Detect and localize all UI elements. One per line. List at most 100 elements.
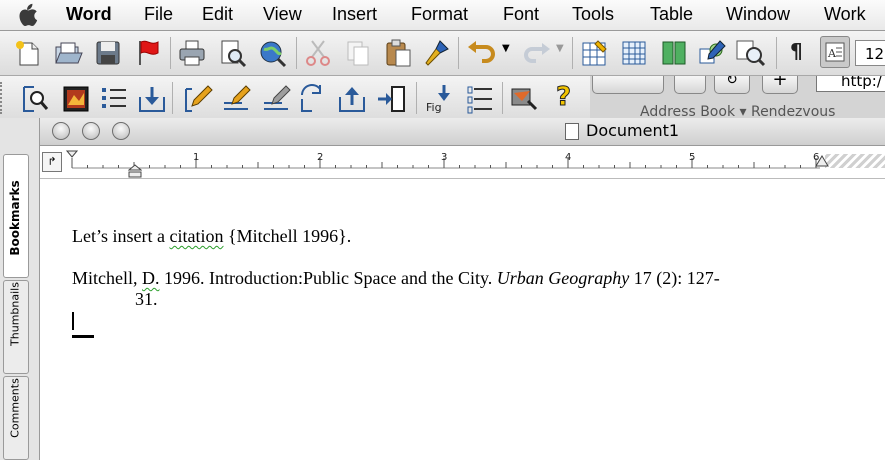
right-indent-marker-icon[interactable]: [815, 154, 829, 168]
browser-reload-button[interactable]: ↻: [714, 76, 750, 94]
print-icon[interactable]: [176, 37, 208, 69]
first-line-indent-marker-icon[interactable]: [66, 150, 78, 158]
browser-url-field[interactable]: http:/: [816, 76, 885, 92]
menu-work[interactable]: Work: [824, 4, 866, 25]
close-button[interactable]: [52, 122, 70, 140]
ruler-ticks: 123456: [71, 152, 820, 169]
formatting-palette-button[interactable]: A: [820, 36, 850, 68]
spell-error-citation[interactable]: citation: [169, 226, 223, 246]
drawer-label-comments: Comments: [8, 378, 22, 438]
endnote-toolbar: Fig ?: [0, 76, 590, 122]
ruler-number: 1: [193, 152, 199, 163]
reference-journal: Urban Geography: [496, 268, 630, 288]
undo-icon[interactable]: [466, 37, 498, 69]
browser-add-button[interactable]: +: [762, 76, 798, 94]
insert-picture-icon[interactable]: [60, 83, 92, 115]
menu-file[interactable]: File: [144, 4, 173, 25]
open-icon[interactable]: [52, 37, 84, 69]
paste-icon[interactable]: [382, 37, 414, 69]
menu-insert[interactable]: Insert: [332, 4, 377, 25]
drawer-label-thumbnails: Thumbnails: [8, 282, 22, 346]
help-icon[interactable]: ?: [555, 82, 571, 113]
standard-toolbar: ▼ ▼ ¶ A 12: [0, 31, 885, 76]
text-cursor: [72, 312, 74, 330]
font-size-field[interactable]: 12: [855, 40, 885, 66]
apple-menu-icon[interactable]: [16, 3, 38, 27]
menu-table[interactable]: Table: [650, 4, 693, 25]
toolbar-separator: [776, 37, 777, 69]
save-icon[interactable]: [92, 37, 124, 69]
web-preview-icon[interactable]: [256, 37, 288, 69]
ruler-number: 5: [689, 152, 695, 163]
toolbar-separator: [416, 82, 417, 114]
drawing-icon[interactable]: [696, 37, 728, 69]
cut-icon[interactable]: [302, 37, 334, 69]
document-title-bar[interactable]: Document1: [40, 118, 885, 146]
svg-text:A: A: [827, 47, 837, 60]
browser-back-forward-button[interactable]: [592, 76, 664, 94]
reference-line-2[interactable]: 31.: [135, 289, 158, 310]
redo-dropdown-icon[interactable]: ▼: [556, 43, 564, 54]
columns-icon[interactable]: [658, 37, 690, 69]
flag-icon[interactable]: [132, 37, 164, 69]
document-icon: [565, 123, 579, 140]
ruler-number: 2: [317, 152, 323, 163]
copy-icon[interactable]: [342, 37, 374, 69]
toolbar-separator: [572, 37, 573, 69]
reference-line-1[interactable]: Mitchell, D. 1996. Introduction:Public S…: [72, 268, 720, 289]
insert-table-icon[interactable]: [618, 37, 650, 69]
side-drawer: Bookmarks Thumbnails Comments: [0, 118, 40, 460]
find-citation-icon[interactable]: [20, 83, 52, 115]
text-line-1[interactable]: Let’s insert a citation {Mitchell 1996}.: [72, 226, 351, 247]
tables-borders-icon[interactable]: [578, 37, 610, 69]
bibliography-settings-icon[interactable]: [464, 83, 496, 115]
insert-figure-icon[interactable]: Fig: [424, 83, 456, 115]
background-browser-window: ↻ + http:/ Address Book ▾ Rendezvous: [590, 76, 885, 122]
show-formatting-icon[interactable]: ¶: [790, 39, 803, 63]
toolbar-separator: [502, 82, 503, 114]
fig-label: Fig: [426, 101, 442, 114]
go-to-endnote-icon[interactable]: [336, 83, 368, 115]
print-preview-icon[interactable]: [216, 37, 248, 69]
document-title: Document1: [586, 121, 680, 140]
menu-app-word[interactable]: Word: [66, 4, 112, 25]
zoom-icon[interactable]: [734, 37, 766, 69]
format-painter-icon[interactable]: [420, 37, 452, 69]
zoom-button[interactable]: [112, 122, 130, 140]
unformat-icon[interactable]: [298, 83, 330, 115]
format-bibliography-icon[interactable]: [98, 83, 130, 115]
export-icon[interactable]: [136, 83, 168, 115]
ruler-number: 3: [441, 152, 447, 163]
preferences-icon[interactable]: [508, 83, 540, 115]
edit-library-icon[interactable]: [220, 83, 252, 115]
toolbar-separator: [458, 37, 459, 69]
minimize-button[interactable]: [82, 122, 100, 140]
menu-view[interactable]: View: [263, 4, 302, 25]
redo-icon[interactable]: [520, 37, 552, 69]
toolbar-separator: [172, 82, 173, 114]
menu-window[interactable]: Window: [726, 4, 790, 25]
menu-font[interactable]: Font: [503, 4, 539, 25]
toolbar-separator: [170, 37, 171, 69]
edit-citation-icon[interactable]: [182, 83, 214, 115]
browser-bookmark-button[interactable]: [674, 76, 706, 94]
formatting-palette-icon: A: [825, 42, 845, 62]
new-document-icon[interactable]: [12, 37, 44, 69]
instant-format-icon[interactable]: [376, 83, 408, 115]
spell-error-initial[interactable]: D.: [142, 268, 160, 288]
left-indent-marker-icon[interactable]: [128, 164, 142, 178]
ruler-margin: [825, 154, 885, 168]
menu-bar: Word File Edit View Insert Format Font T…: [0, 0, 885, 31]
menu-format[interactable]: Format: [411, 4, 468, 25]
end-of-document-marker: [72, 335, 94, 338]
undo-dropdown-icon[interactable]: ▼: [502, 43, 510, 54]
menu-tools[interactable]: Tools: [572, 4, 614, 25]
horizontal-ruler[interactable]: ↱ 123456: [40, 146, 885, 179]
toolbar-separator: [296, 37, 297, 69]
drawer-label-bookmarks: Bookmarks: [8, 180, 22, 256]
toolbar-grip[interactable]: [0, 82, 6, 114]
ruler-number: 4: [565, 152, 571, 163]
manuscript-icon[interactable]: [260, 83, 292, 115]
document-page[interactable]: [40, 179, 885, 460]
menu-edit[interactable]: Edit: [202, 4, 233, 25]
